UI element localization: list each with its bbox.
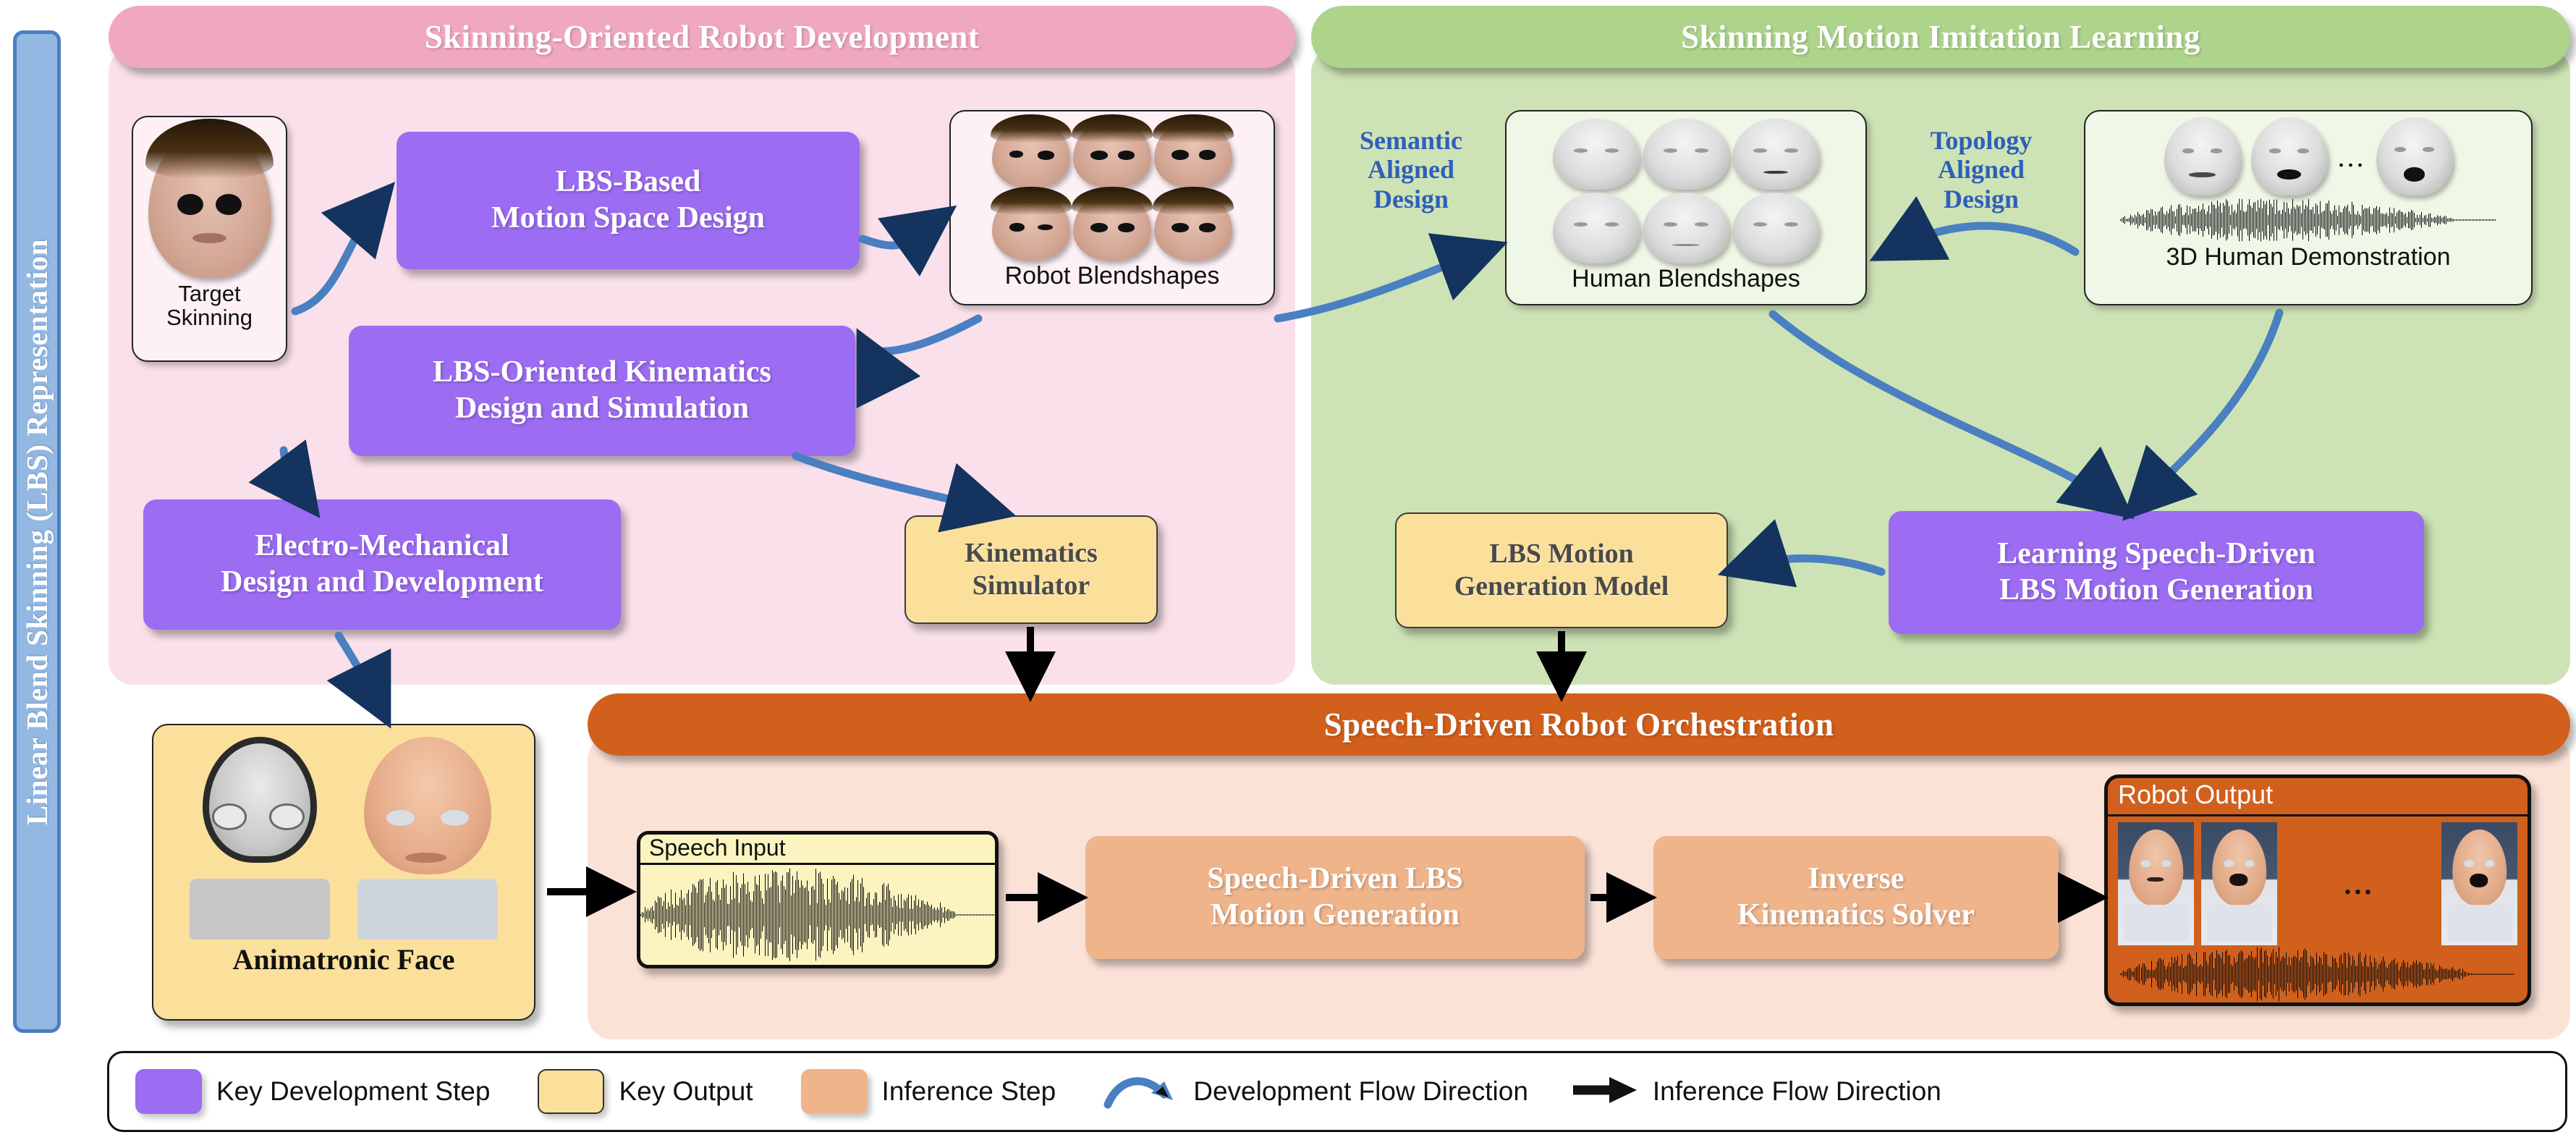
development-section-title: Skinning-Oriented Robot Development [109, 6, 1295, 68]
legend-swatch-key-development-step [135, 1069, 202, 1114]
animatronic-face-card: Animatronic Face [152, 724, 535, 1021]
robot-output-waveform [2120, 945, 2514, 1002]
diagram-root: Linear Blend Skinning (LBS) Representati… [0, 0, 2576, 1140]
target-skinning-card: Target Skinning [132, 116, 287, 362]
lbs-oriented-kinematics-box[interactable]: LBS-Oriented Kinematics Design and Simul… [349, 326, 855, 456]
topology-line1: Topology [1930, 126, 2033, 155]
kinematics-simulator-box[interactable]: Kinematics Simulator [904, 515, 1158, 624]
sd-lbs-line1: Speech-Driven LBS [1207, 862, 1463, 896]
learning-line1: Learning Speech-Driven [1997, 537, 2316, 571]
ik-line2: Kinematics Solver [1737, 898, 1975, 932]
lbs-representation-banner: Linear Blend Skinning (LBS) Representati… [13, 30, 61, 1033]
robot-blendshapes-card: Robot Blendshapes [949, 110, 1275, 305]
legend-item-inference-flow: Inference Flow Direction [1572, 1074, 1941, 1110]
kin-sim-line1: Kinematics [965, 538, 1098, 569]
legend-label-key-output: Key Output [619, 1076, 753, 1106]
ik-line1: Inverse [1808, 862, 1905, 896]
target-skinning-face-image [145, 118, 274, 278]
semantic-aligned-design-label: Semantic Aligned Design [1330, 126, 1492, 214]
lbs-motion-line2: Motion Space Design [491, 201, 765, 235]
legend-item-key-output: Key Output [538, 1069, 753, 1114]
electro-line1: Electro-Mechanical [255, 529, 509, 563]
robot-output-ellipsis: ... [2344, 867, 2375, 900]
legend: Key Development Step Key Output Inferenc… [107, 1051, 2567, 1132]
orchestration-section-title: Speech-Driven Robot Orchestration [588, 693, 2570, 756]
human-blendshapes-card: Human Blendshapes [1505, 110, 1867, 305]
speech-input-title: Speech Input [640, 835, 995, 865]
legend-label-development-flow: Development Flow Direction [1193, 1076, 1528, 1106]
curved-arrow-icon [1103, 1068, 1179, 1115]
inverse-kinematics-solver-box[interactable]: Inverse Kinematics Solver [1653, 836, 2059, 959]
robot-output-title: Robot Output [2108, 778, 2528, 816]
topology-line2: Aligned [1937, 155, 2025, 185]
learning-speech-driven-lbs-box[interactable]: Learning Speech-Driven LBS Motion Genera… [1889, 511, 2424, 634]
legend-label-key-development-step: Key Development Step [216, 1076, 491, 1106]
human-blendshapes-grid [1553, 119, 1819, 263]
robot-output-card: Robot Output ... [2104, 774, 2531, 1006]
animatronic-face-caption: Animatronic Face [232, 943, 455, 976]
animatronic-face-images [180, 737, 507, 940]
human-demonstration-card: ... 3D Human Demonstration [2084, 110, 2533, 305]
human-demo-waveform [2120, 197, 2496, 243]
human-blendshapes-caption: Human Blendshapes [1572, 265, 1800, 292]
legend-label-inference-flow: Inference Flow Direction [1652, 1076, 1941, 1106]
lbs-motion-generation-model-box[interactable]: LBS Motion Generation Model [1395, 512, 1728, 628]
speech-driven-lbs-motion-generation-box[interactable]: Speech-Driven LBS Motion Generation [1085, 836, 1585, 959]
kin-sim-line2: Simulator [972, 570, 1090, 601]
legend-item-development-flow: Development Flow Direction [1103, 1068, 1528, 1115]
semantic-line3: Design [1373, 184, 1449, 214]
legend-swatch-inference-step [800, 1069, 868, 1114]
speech-input-card: Speech Input [637, 831, 999, 968]
electro-mechanical-design-box[interactable]: Electro-Mechanical Design and Developmen… [143, 499, 621, 630]
lbs-kin-line1: LBS-Oriented Kinematics [433, 355, 771, 389]
learning-line2: LBS Motion Generation [1999, 573, 2313, 607]
lbs-motion-line1: LBS-Based [555, 165, 701, 199]
legend-swatch-key-output [538, 1069, 605, 1114]
straight-arrow-icon [1572, 1074, 1638, 1110]
lbs-representation-label: Linear Blend Skinning (LBS) Representati… [20, 238, 54, 825]
semantic-line2: Aligned [1367, 155, 1455, 185]
topology-aligned-design-label: Topology Aligned Design [1897, 126, 2065, 214]
robot-blendshapes-grid [990, 114, 1234, 261]
robot-blendshapes-caption: Robot Blendshapes [1004, 262, 1220, 290]
human-demo-faces: ... [2164, 117, 2453, 195]
topology-line3: Design [1943, 184, 2019, 214]
target-skinning-caption-line1: Target [178, 281, 241, 306]
lbs-based-motion-space-design-box[interactable]: LBS-Based Motion Space Design [397, 132, 860, 269]
target-skinning-caption-line2: Skinning [166, 304, 253, 330]
legend-item-key-development-step: Key Development Step [135, 1069, 490, 1114]
imitation-section-title: Skinning Motion Imitation Learning [1311, 6, 2570, 68]
human-demo-caption: 3D Human Demonstration [2166, 243, 2451, 271]
legend-item-inference-step: Inference Step [800, 1069, 1056, 1114]
speech-input-waveform [640, 865, 995, 965]
legend-label-inference-step: Inference Step [881, 1076, 1056, 1106]
semantic-line1: Semantic [1360, 126, 1462, 155]
sd-lbs-line2: Motion Generation [1210, 898, 1460, 932]
human-demo-ellipsis: ... [2337, 140, 2366, 173]
electro-line2: Design and Development [221, 565, 543, 599]
lbs-model-line2: Generation Model [1454, 571, 1669, 601]
lbs-kin-line2: Design and Simulation [454, 392, 750, 425]
robot-output-frames: ... [2108, 816, 2528, 945]
lbs-model-line1: LBS Motion [1489, 539, 1634, 570]
